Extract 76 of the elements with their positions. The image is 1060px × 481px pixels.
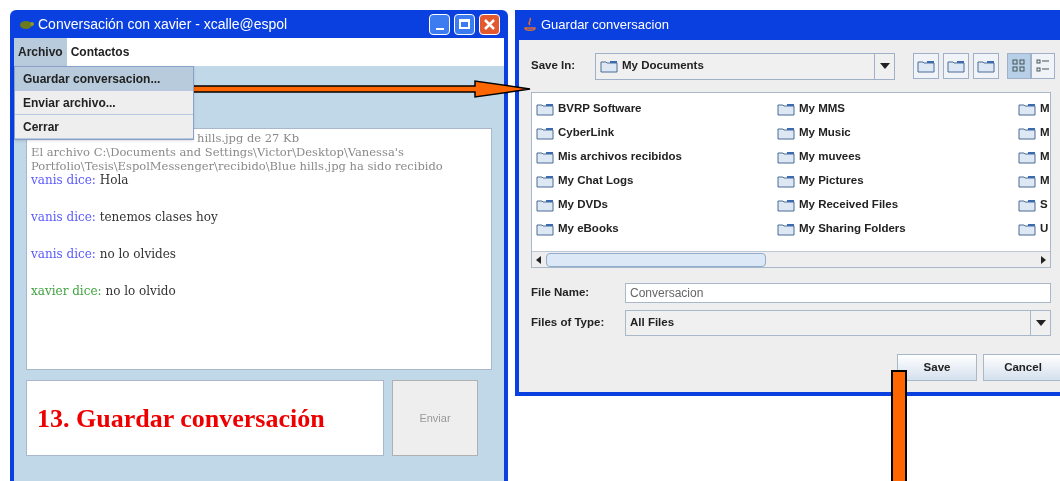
- folder-icon: [1018, 126, 1036, 140]
- folder-icon: [777, 102, 795, 116]
- save-in-label: Save In:: [531, 58, 577, 74]
- java-icon: [523, 17, 537, 33]
- caret-icon: [1035, 320, 1046, 326]
- folder-icon: [777, 222, 795, 236]
- folder-item[interactable]: M: [1018, 145, 1048, 169]
- file-type-dropdown[interactable]: All Files: [625, 310, 1051, 336]
- folder-icon: [777, 198, 795, 212]
- window-title: Conversación con xavier - xcalle@espol: [38, 14, 289, 34]
- folder-icon: [536, 150, 554, 164]
- folder-item[interactable]: U: [1018, 217, 1048, 241]
- folder-icon: [1018, 198, 1036, 212]
- message-input[interactable]: 13. Guardar conversación: [26, 380, 384, 456]
- folder-item[interactable]: My Chat Logs: [536, 169, 777, 193]
- list-view-button[interactable]: [1007, 53, 1031, 79]
- folder-icon: [1018, 174, 1036, 188]
- menu-item[interactable]: Enviar archivo...: [15, 91, 193, 115]
- folder-icon: [600, 59, 618, 73]
- folder-item[interactable]: My Sharing Folders: [777, 217, 1018, 241]
- menu-item[interactable]: Contactos: [66, 38, 134, 66]
- folder-icon: [536, 174, 554, 188]
- folder-item[interactable]: M: [1018, 169, 1048, 193]
- save-in-dropdown[interactable]: My Documents: [595, 52, 895, 80]
- horizontal-scrollbar[interactable]: [532, 251, 1050, 267]
- folder-item[interactable]: My DVDs: [536, 193, 777, 217]
- caption: 13. Guardar conversación: [37, 402, 325, 435]
- folder-icon: [536, 102, 554, 116]
- folder-item[interactable]: S: [1018, 193, 1048, 217]
- chat-message: vanis dice: no lo olvides: [31, 247, 177, 261]
- system-message: hills.jpg de 27 Kb: [197, 131, 299, 145]
- folder-item[interactable]: Mis archivos recibidos: [536, 145, 777, 169]
- chat-message: vanis dice: tenemos clases hoy: [31, 210, 219, 224]
- minimize-button[interactable]: [429, 13, 450, 35]
- folder-item[interactable]: M: [1018, 97, 1048, 121]
- folder-icon: [1018, 222, 1036, 236]
- chat-message: vanis dice: Hola: [31, 173, 130, 187]
- file-name-field[interactable]: Conversacion: [625, 283, 1051, 303]
- caret-icon: [879, 63, 890, 69]
- system-message: El archivo C:\Documents and Settings\Victor\Desktop\Vanessa's Portfolio\Tesis\EspolMessenger\recibido\Blue hills.jpg ha sido recibido: [31, 145, 444, 173]
- folder-icon: [977, 59, 995, 73]
- details-view-icon: [1036, 59, 1050, 73]
- chat-message: xavier dice: no lo olvido: [31, 284, 177, 298]
- folder-item[interactable]: My eBooks: [536, 217, 777, 241]
- folder-icon: [1018, 102, 1036, 116]
- folder-icon: [777, 174, 795, 188]
- turtle-icon: [18, 18, 34, 30]
- folder-icon: [777, 126, 795, 140]
- folder-item[interactable]: BVRP Software: [536, 97, 777, 121]
- maximize-button[interactable]: [454, 13, 475, 35]
- folder-icon: [947, 59, 965, 73]
- folder-item[interactable]: CyberLink: [536, 121, 777, 145]
- new-folder-button[interactable]: [973, 53, 999, 79]
- cancel-button[interactable]: Cancel: [983, 354, 1060, 381]
- folder-icon: [1018, 150, 1036, 164]
- file-name-label: File Name:: [531, 285, 591, 301]
- menu-item[interactable]: Archivo: [14, 38, 67, 66]
- menu-item[interactable]: Cerrar: [15, 115, 193, 139]
- folder-icon: [536, 126, 554, 140]
- folder-item[interactable]: My Pictures: [777, 169, 1018, 193]
- menu-item[interactable]: Guardar conversacion...: [15, 67, 193, 91]
- file-type-label: Files of Type:: [531, 315, 606, 331]
- folder-icon: [536, 222, 554, 236]
- folder-item[interactable]: My Music: [777, 121, 1018, 145]
- folder-item[interactable]: My muvees: [777, 145, 1018, 169]
- folder-item[interactable]: My MMS: [777, 97, 1018, 121]
- folder-icon: [917, 59, 935, 73]
- list-view-icon: [1012, 59, 1026, 73]
- close-button[interactable]: [479, 13, 500, 35]
- dialog-title: Guardar conversacion: [541, 16, 670, 35]
- folder-item[interactable]: My Received Files: [777, 193, 1018, 217]
- close-icon: [484, 18, 495, 30]
- folder-icon: [536, 198, 554, 212]
- save-button[interactable]: Save: [897, 354, 977, 381]
- folder-item[interactable]: M: [1018, 121, 1048, 145]
- folder-icon: [777, 150, 795, 164]
